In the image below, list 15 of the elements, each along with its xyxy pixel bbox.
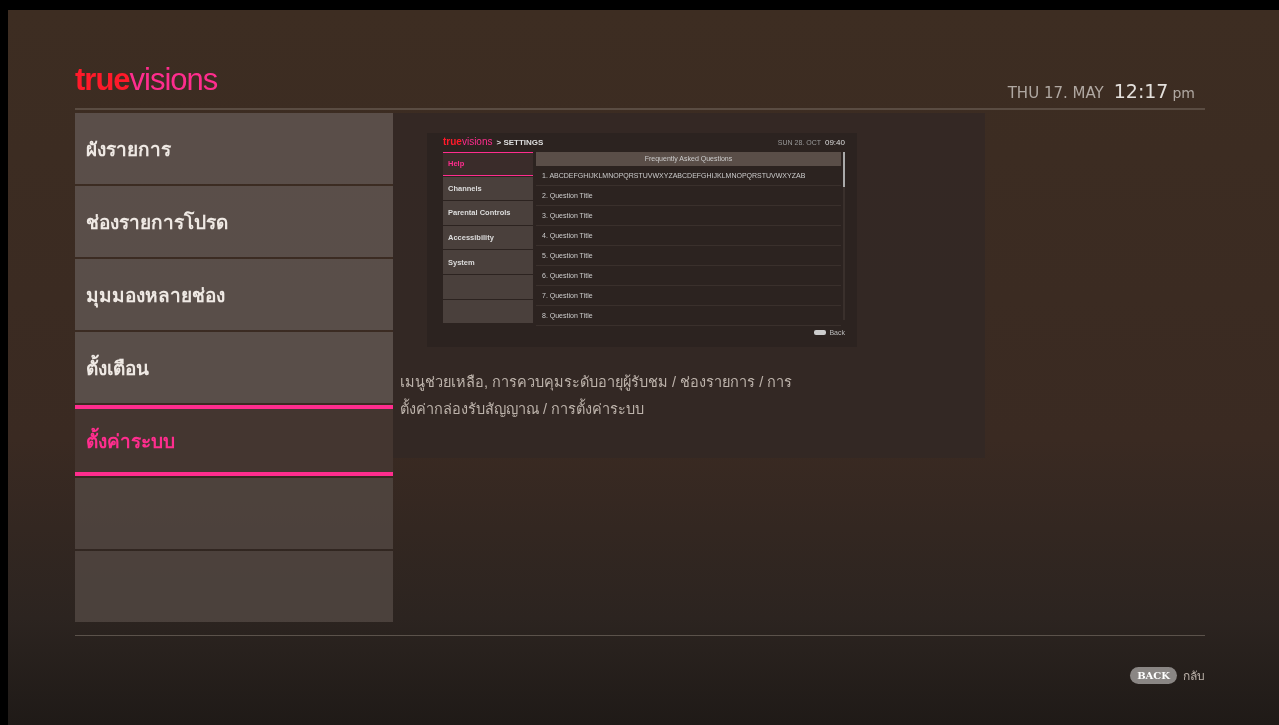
logo: truevisions [75, 62, 218, 98]
menu-item[interactable]: ช่องรายการโปรด [75, 186, 393, 257]
time-text: 09:40 [824, 138, 845, 147]
menu-item[interactable]: ตั้งเตือน [75, 332, 393, 403]
description-text: เมนูช่วยเหลือ, การควบคุมระดับอายุผู้รับชม / ช่องรายการ / การตั้งค่ากล่องรับสัญญาณ / การตั้งค่าระบบ [400, 373, 794, 419]
remote-key-icon [814, 329, 827, 335]
logo: truevisions [443, 136, 493, 147]
back-key-badge: BACK [1130, 667, 1177, 684]
breadcrumb-text: > SETTINGS [496, 138, 544, 147]
am-pm-text: pm [1172, 85, 1195, 101]
date-text: THU 17. MAY [1007, 84, 1104, 102]
time-text: 12:17 [1113, 80, 1169, 102]
back-label: กลับ [1183, 668, 1205, 685]
menu-item[interactable]: มุมมองหลายช่อง [75, 259, 393, 330]
menu-item[interactable]: ผังรายการ [75, 113, 393, 184]
